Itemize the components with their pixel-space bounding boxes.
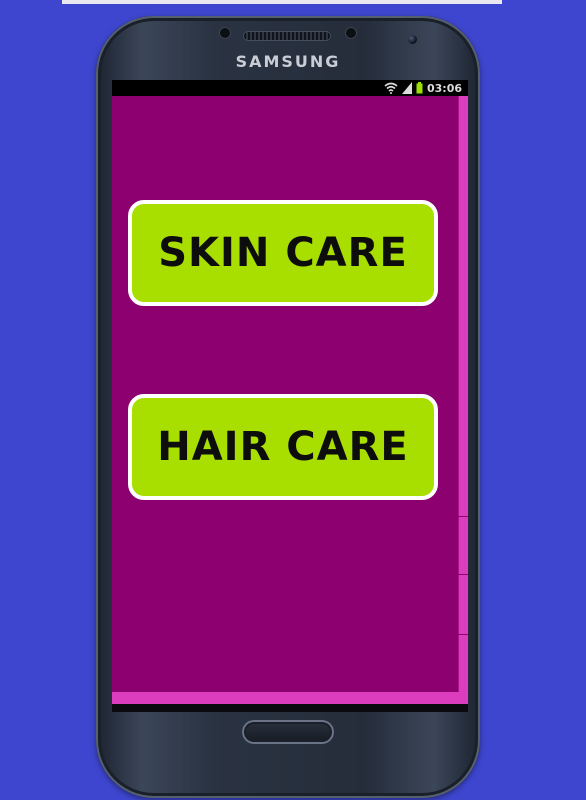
front-camera-icon xyxy=(408,35,417,44)
signal-icon xyxy=(401,82,412,94)
app-content: SKIN CARE HAIR CARE xyxy=(112,96,458,692)
battery-icon xyxy=(416,82,423,94)
right-scroll-strip xyxy=(458,96,468,712)
wifi-icon xyxy=(384,82,398,94)
screen-bottom-edge xyxy=(112,704,468,712)
hair-care-label: HAIR CARE xyxy=(157,424,409,470)
status-bar: 03:06 xyxy=(112,80,468,96)
light-sensor xyxy=(346,28,356,38)
phone-frame: SAMSUNG 03:06 SKIN CARE HAIR CARE xyxy=(96,16,480,798)
skin-care-button[interactable]: SKIN CARE xyxy=(128,200,438,306)
strip-divider xyxy=(458,516,468,517)
status-icons: 03:06 xyxy=(384,81,462,95)
top-bar xyxy=(62,0,502,4)
earpiece-speaker xyxy=(244,32,330,40)
app-area: SKIN CARE HAIR CARE xyxy=(112,96,468,712)
proximity-sensor xyxy=(220,28,230,38)
hair-care-button[interactable]: HAIR CARE xyxy=(128,394,438,500)
strip-divider xyxy=(458,574,468,575)
status-time: 03:06 xyxy=(426,81,462,95)
phone-screen: 03:06 SKIN CARE HAIR CARE xyxy=(112,80,468,712)
home-button[interactable] xyxy=(242,720,334,744)
brand-logo: SAMSUNG xyxy=(235,52,341,71)
bottom-strip xyxy=(112,692,468,704)
skin-care-label: SKIN CARE xyxy=(158,230,408,276)
strip-divider xyxy=(458,634,468,635)
